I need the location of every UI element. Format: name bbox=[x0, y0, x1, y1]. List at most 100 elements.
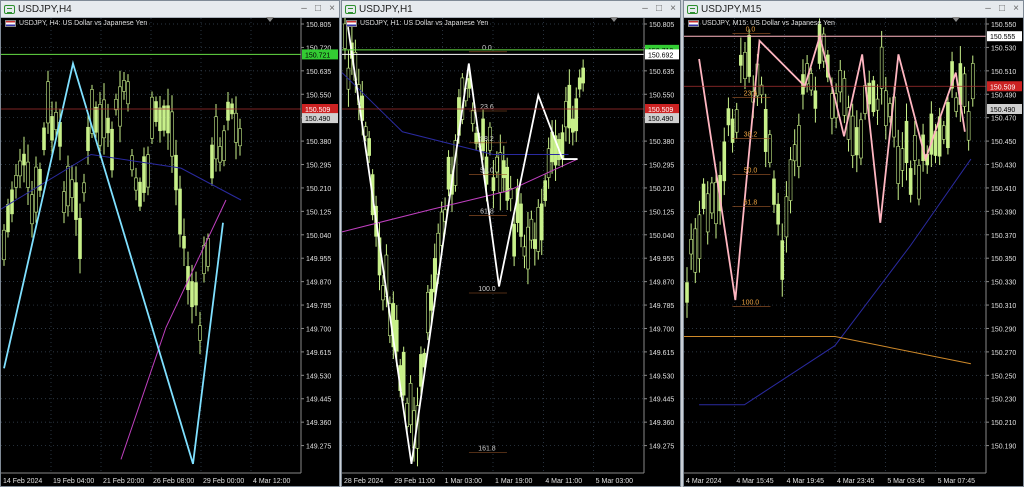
price-tick-label: 149.700 bbox=[649, 326, 674, 333]
price-tick-label: 150.270 bbox=[991, 350, 1016, 357]
price-tag-label: 150.555 bbox=[990, 34, 1015, 41]
time-tick-label: 4 Mar 19:45 bbox=[787, 478, 824, 485]
price-tag-label: 150.490 bbox=[648, 116, 673, 123]
price-chart[interactable]: 150.805150.720150.635150.550150.465150.3… bbox=[1, 17, 339, 486]
maximize-icon[interactable]: □ bbox=[652, 2, 666, 16]
maximize-icon[interactable]: □ bbox=[311, 2, 325, 16]
time-tick-label: 5 Mar 03:00 bbox=[596, 478, 633, 485]
price-tick-label: 150.295 bbox=[306, 163, 331, 170]
price-tick-label: 149.445 bbox=[306, 397, 331, 404]
candle-body bbox=[574, 98, 579, 132]
candle-body bbox=[564, 101, 568, 128]
close-icon[interactable]: × bbox=[1009, 2, 1023, 16]
chart-window-h4[interactable]: USDJPY,H4 – □ × 150.805 150.720 150.635 150… bbox=[0, 0, 340, 487]
candle-body bbox=[842, 78, 847, 116]
price-tick-label: 150.310 bbox=[991, 303, 1016, 310]
price-tick-label: 149.615 bbox=[306, 350, 331, 357]
fibonacci-level-label: 61.8 bbox=[480, 209, 494, 216]
fibonacci-level-label: 0.0 bbox=[482, 45, 492, 52]
candle-body bbox=[730, 118, 735, 143]
price-tag-label: 150.692 bbox=[648, 52, 673, 59]
close-icon[interactable]: × bbox=[325, 2, 339, 16]
price-tag-label: 150.509 bbox=[990, 84, 1015, 91]
candle-body bbox=[46, 81, 50, 124]
candle-body bbox=[154, 101, 158, 122]
candle-body bbox=[763, 108, 768, 152]
symbol-description: USDJPY, H1: US Dollar vs Japanese Yen bbox=[346, 20, 488, 27]
price-tick-label: 150.450 bbox=[991, 139, 1016, 146]
candle-body bbox=[780, 240, 785, 280]
candle-body bbox=[126, 81, 130, 105]
candle-body bbox=[747, 35, 751, 77]
candle-body bbox=[146, 154, 150, 188]
price-tick-label: 150.125 bbox=[649, 209, 674, 216]
price-chart[interactable]: 0.0 23.6 38.2 50.0 61.8 100.0 150.550 150.530 15… bbox=[684, 17, 1023, 486]
candle-body bbox=[519, 203, 523, 237]
minimize-icon[interactable]: – bbox=[638, 2, 652, 16]
candle-body bbox=[813, 90, 818, 109]
window-title: USDJPY,H4 bbox=[18, 3, 72, 15]
candle-body bbox=[190, 281, 194, 308]
one-click-trading-toggle-icon[interactable] bbox=[610, 17, 618, 22]
candle-body bbox=[701, 183, 706, 209]
price-tick-label: 150.390 bbox=[991, 209, 1016, 216]
price-tick-label: 149.530 bbox=[306, 373, 331, 380]
candle-body bbox=[222, 130, 226, 161]
price-tick-label: 150.635 bbox=[306, 69, 331, 76]
symbol-description: USDJPY, H4: US Dollar vs Japanese Yen bbox=[5, 20, 147, 27]
candle-body bbox=[401, 351, 406, 396]
close-icon[interactable]: × bbox=[666, 2, 680, 16]
chart-window-m15[interactable]: USDJPY,M15 – □ × 0.0 23.6 38.2 50.0 61.8 100.… bbox=[683, 0, 1024, 487]
price-tick-label: 150.210 bbox=[991, 420, 1016, 427]
maximize-icon[interactable]: □ bbox=[995, 2, 1009, 16]
time-tick-label: 4 Mar 15:45 bbox=[736, 478, 773, 485]
time-tick-label: 21 Feb 20:00 bbox=[103, 478, 144, 485]
window-titlebar[interactable]: USDJPY,H4 – □ × bbox=[1, 1, 339, 18]
candle-body bbox=[150, 96, 154, 139]
candle-body bbox=[784, 196, 789, 238]
chart-canvas: 0.0 23.6 38.2 50.0 61.8 100.0 161.8 150.805 150.… bbox=[342, 18, 679, 485]
candle-body bbox=[106, 117, 110, 134]
candle-body bbox=[539, 203, 544, 241]
price-tag-label: 150.490 bbox=[990, 107, 1015, 114]
time-tick-label: 1 Mar 19:00 bbox=[495, 478, 532, 485]
time-tick-label: 14 Feb 2024 bbox=[3, 478, 42, 485]
fibonacci-level-label: 0.0 bbox=[746, 27, 756, 34]
time-tick-label: 5 Mar 03:45 bbox=[887, 478, 924, 485]
window-titlebar[interactable]: USDJPY,M15 – □ × bbox=[684, 1, 1023, 18]
candle-body bbox=[170, 111, 174, 157]
candle-body bbox=[734, 109, 739, 133]
price-tick-label: 150.040 bbox=[306, 233, 331, 240]
us-flag-icon bbox=[5, 20, 16, 27]
price-tick-label: 150.190 bbox=[991, 444, 1016, 451]
price-tick-label: 150.230 bbox=[991, 397, 1016, 404]
price-tag-label: 150.490 bbox=[305, 116, 330, 123]
candle-body bbox=[904, 120, 909, 164]
price-tick-label: 150.125 bbox=[306, 209, 331, 216]
candle-body bbox=[118, 86, 122, 127]
us-flag-icon bbox=[688, 20, 699, 27]
one-click-trading-toggle-icon[interactable] bbox=[952, 17, 960, 22]
candle-body bbox=[381, 285, 385, 301]
candle-body bbox=[722, 141, 727, 182]
candle-body bbox=[110, 128, 114, 171]
time-tick-label: 4 Mar 11:00 bbox=[545, 478, 582, 485]
time-tick-label: 4 Mar 23:45 bbox=[837, 478, 874, 485]
candle-body bbox=[954, 97, 959, 112]
candle-body bbox=[522, 246, 527, 257]
price-tick-label: 149.360 bbox=[306, 420, 331, 427]
candle-body bbox=[206, 238, 210, 267]
price-chart[interactable]: 0.0 23.6 38.2 50.0 61.8 100.0 161.8 150.805 150.… bbox=[342, 17, 680, 486]
candle-body bbox=[82, 182, 86, 194]
time-tick-label: 19 Feb 04:00 bbox=[53, 478, 94, 485]
one-click-trading-toggle-icon[interactable] bbox=[266, 17, 274, 22]
window-titlebar[interactable]: USDJPY,H1 – □ × bbox=[342, 1, 680, 18]
price-tick-label: 150.490 bbox=[991, 92, 1016, 99]
candle-body bbox=[879, 46, 884, 89]
candle-body bbox=[74, 182, 78, 220]
minimize-icon[interactable]: – bbox=[297, 2, 311, 16]
price-tick-label: 150.635 bbox=[649, 69, 674, 76]
candle-body bbox=[529, 218, 534, 241]
chart-window-h1[interactable]: USDJPY,H1 – □ × 0.0 23.6 38.2 50.0 61.8 100.0… bbox=[341, 0, 681, 487]
minimize-icon[interactable]: – bbox=[981, 2, 995, 16]
